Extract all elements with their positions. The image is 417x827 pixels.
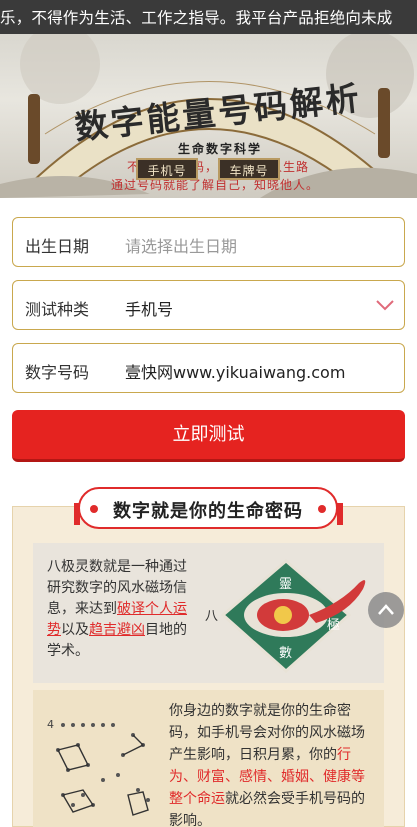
logo-char-right: 極 (327, 617, 340, 633)
bajilingshu-logo-icon: 靈 八 極 數 (205, 559, 366, 674)
title-dot-right (318, 505, 326, 513)
number-field[interactable]: 数字号码 壹快网www.yikuaiwang.com (12, 343, 405, 393)
section-title-badge: 数字就是你的生命密码 (78, 487, 338, 529)
phone-number-tab[interactable]: 手机号 (136, 158, 198, 180)
birth-date-label: 出生日期 (25, 237, 90, 256)
chevron-down-icon[interactable] (374, 294, 396, 316)
test-type-value[interactable]: 手机号 (125, 296, 173, 320)
banner-subtitle: 生命数字科学 (177, 142, 262, 156)
test-type-select[interactable]: 测试种类 手机号 (12, 280, 405, 330)
intro-panel-1: 八极灵数就是一种通过研究数字的风水磁场信息，来达到破译个人运势以及趋吉避凶目地的… (33, 543, 384, 683)
notice-text: 乐，不得作为生活、工作之指导。我平台产品拒绝向未成 (0, 9, 393, 27)
number-input[interactable]: 壹快网www.yikuaiwang.com (125, 359, 345, 383)
intro-paragraph-2: 你身边的数字就是你的生命密码，如手机号会对你的风水磁场产生影响，日积月累，你的行… (169, 700, 375, 827)
notice-marquee: 乐，不得作为生活、工作之指导。我平台产品拒绝向未成 (0, 0, 417, 34)
intro-text-1b: 以及 (61, 622, 89, 638)
logo-char-bottom: 數 (279, 646, 292, 661)
logo-char-top: 靈 (279, 577, 292, 592)
diagram-number: 4 (47, 718, 54, 731)
test-type-label: 测试种类 (25, 300, 90, 319)
intro-text-2a: 你身边的数字就是你的生命密码，如手机号会对你的风水磁场产生影响，日积月累，你的 (169, 703, 365, 763)
avoid-misfortune-link[interactable]: 趋吉避凶 (89, 622, 145, 638)
hero-banner: 数字能量号码解析 生命数字科学 不同数字号码，通向不同人生路 通过号码就能了解自… (0, 34, 417, 198)
intro-panel-2: 4 你身边的数字就是你的生命密码，如手机号会对你的风水磁场产生影响，日积月累，你… (33, 690, 384, 827)
birth-date-field[interactable]: 出生日期 请选择出生日期 (12, 217, 405, 267)
number-label: 数字号码 (25, 363, 90, 382)
birth-date-input[interactable]: 请选择出生日期 (125, 233, 237, 257)
back-to-top-button[interactable] (368, 592, 404, 628)
intro-paragraph-1: 八极灵数就是一种通过研究数字的风水磁场信息，来达到破译个人运势以及趋吉避凶目地的… (47, 557, 187, 662)
number-grid-diagram-icon: 4 (47, 718, 150, 816)
banner-slogan-2: 通过号码就能了解自己，知晓他人。 (110, 178, 319, 192)
logo-char-left: 八 (205, 609, 218, 624)
section-title: 数字就是你的生命密码 (113, 501, 303, 522)
chevron-up-icon (378, 604, 394, 615)
plate-number-tab[interactable]: 车牌号 (218, 158, 280, 180)
submit-test-button[interactable]: 立即测试 (12, 410, 405, 462)
